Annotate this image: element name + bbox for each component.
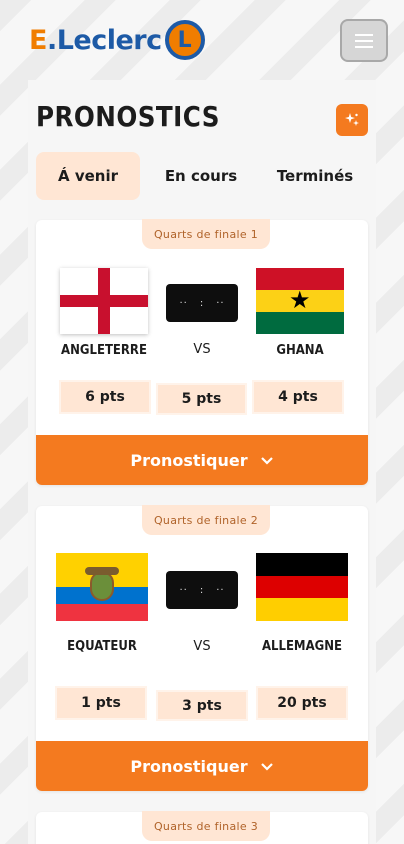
match-card: Quarts de finale 2 ·· : ·· EQUATEUR VS A… xyxy=(36,505,368,791)
logo-badge: L xyxy=(164,20,205,60)
page-title: PRONOSTICS xyxy=(36,100,220,133)
match-card: Quarts de finale 3 xyxy=(36,811,368,844)
chevron-down-icon xyxy=(260,457,273,465)
tab-bar: Á venir En cours Terminés xyxy=(36,152,368,200)
header: E.Leclerc L xyxy=(0,0,404,80)
pronostiquer-button[interactable]: Pronostiquer xyxy=(36,435,368,485)
away-win-points[interactable]: 4 pts xyxy=(252,380,344,414)
tab-a-venir[interactable]: Á venir xyxy=(36,152,140,200)
sparkle-button[interactable] xyxy=(336,104,368,136)
chevron-down-icon xyxy=(260,763,273,771)
away-team-name: GHANA xyxy=(276,343,324,358)
match-round-label: Quarts de finale 3 xyxy=(142,811,270,841)
sparkle-icon xyxy=(345,113,359,126)
flag-ecuador xyxy=(56,553,148,621)
tab-termines[interactable]: Terminés xyxy=(262,152,368,200)
hamburger-icon xyxy=(355,33,373,36)
flag-germany xyxy=(256,553,348,621)
draw-points[interactable]: 3 pts xyxy=(156,690,248,721)
away-team-name: ALLEMAGNE xyxy=(261,639,343,654)
cta-label: Pronostiquer xyxy=(130,450,248,470)
score-input[interactable]: ·· : ·· xyxy=(166,284,238,322)
match-round-label: Quarts de finale 2 xyxy=(142,505,270,535)
flag-england xyxy=(60,268,148,334)
home-win-points[interactable]: 6 pts xyxy=(59,380,151,414)
score-input[interactable]: ·· : ·· xyxy=(166,571,238,609)
home-win-points[interactable]: 1 pts xyxy=(55,686,147,720)
tab-en-cours[interactable]: En cours xyxy=(140,152,262,200)
pronostiquer-button[interactable]: Pronostiquer xyxy=(36,741,368,791)
cta-label: Pronostiquer xyxy=(130,756,248,776)
away-win-points[interactable]: 20 pts xyxy=(256,686,348,720)
match-round-label: Quarts de finale 1 xyxy=(142,219,270,249)
vs-label: VS xyxy=(193,342,211,357)
home-team-name: EQUATEUR xyxy=(67,639,137,654)
logo-text: E.Leclerc xyxy=(29,24,162,56)
vs-label: VS xyxy=(193,639,211,654)
flag-ghana: ★ xyxy=(256,268,344,334)
draw-points[interactable]: 5 pts xyxy=(156,383,247,415)
home-team-name: ANGLETERRE xyxy=(61,343,147,358)
leclerc-logo[interactable]: E.Leclerc L xyxy=(29,18,205,62)
match-card: Quarts de finale 1 ·· : ·· ★ ANGLETERRE … xyxy=(36,219,368,485)
menu-button[interactable] xyxy=(340,19,388,62)
